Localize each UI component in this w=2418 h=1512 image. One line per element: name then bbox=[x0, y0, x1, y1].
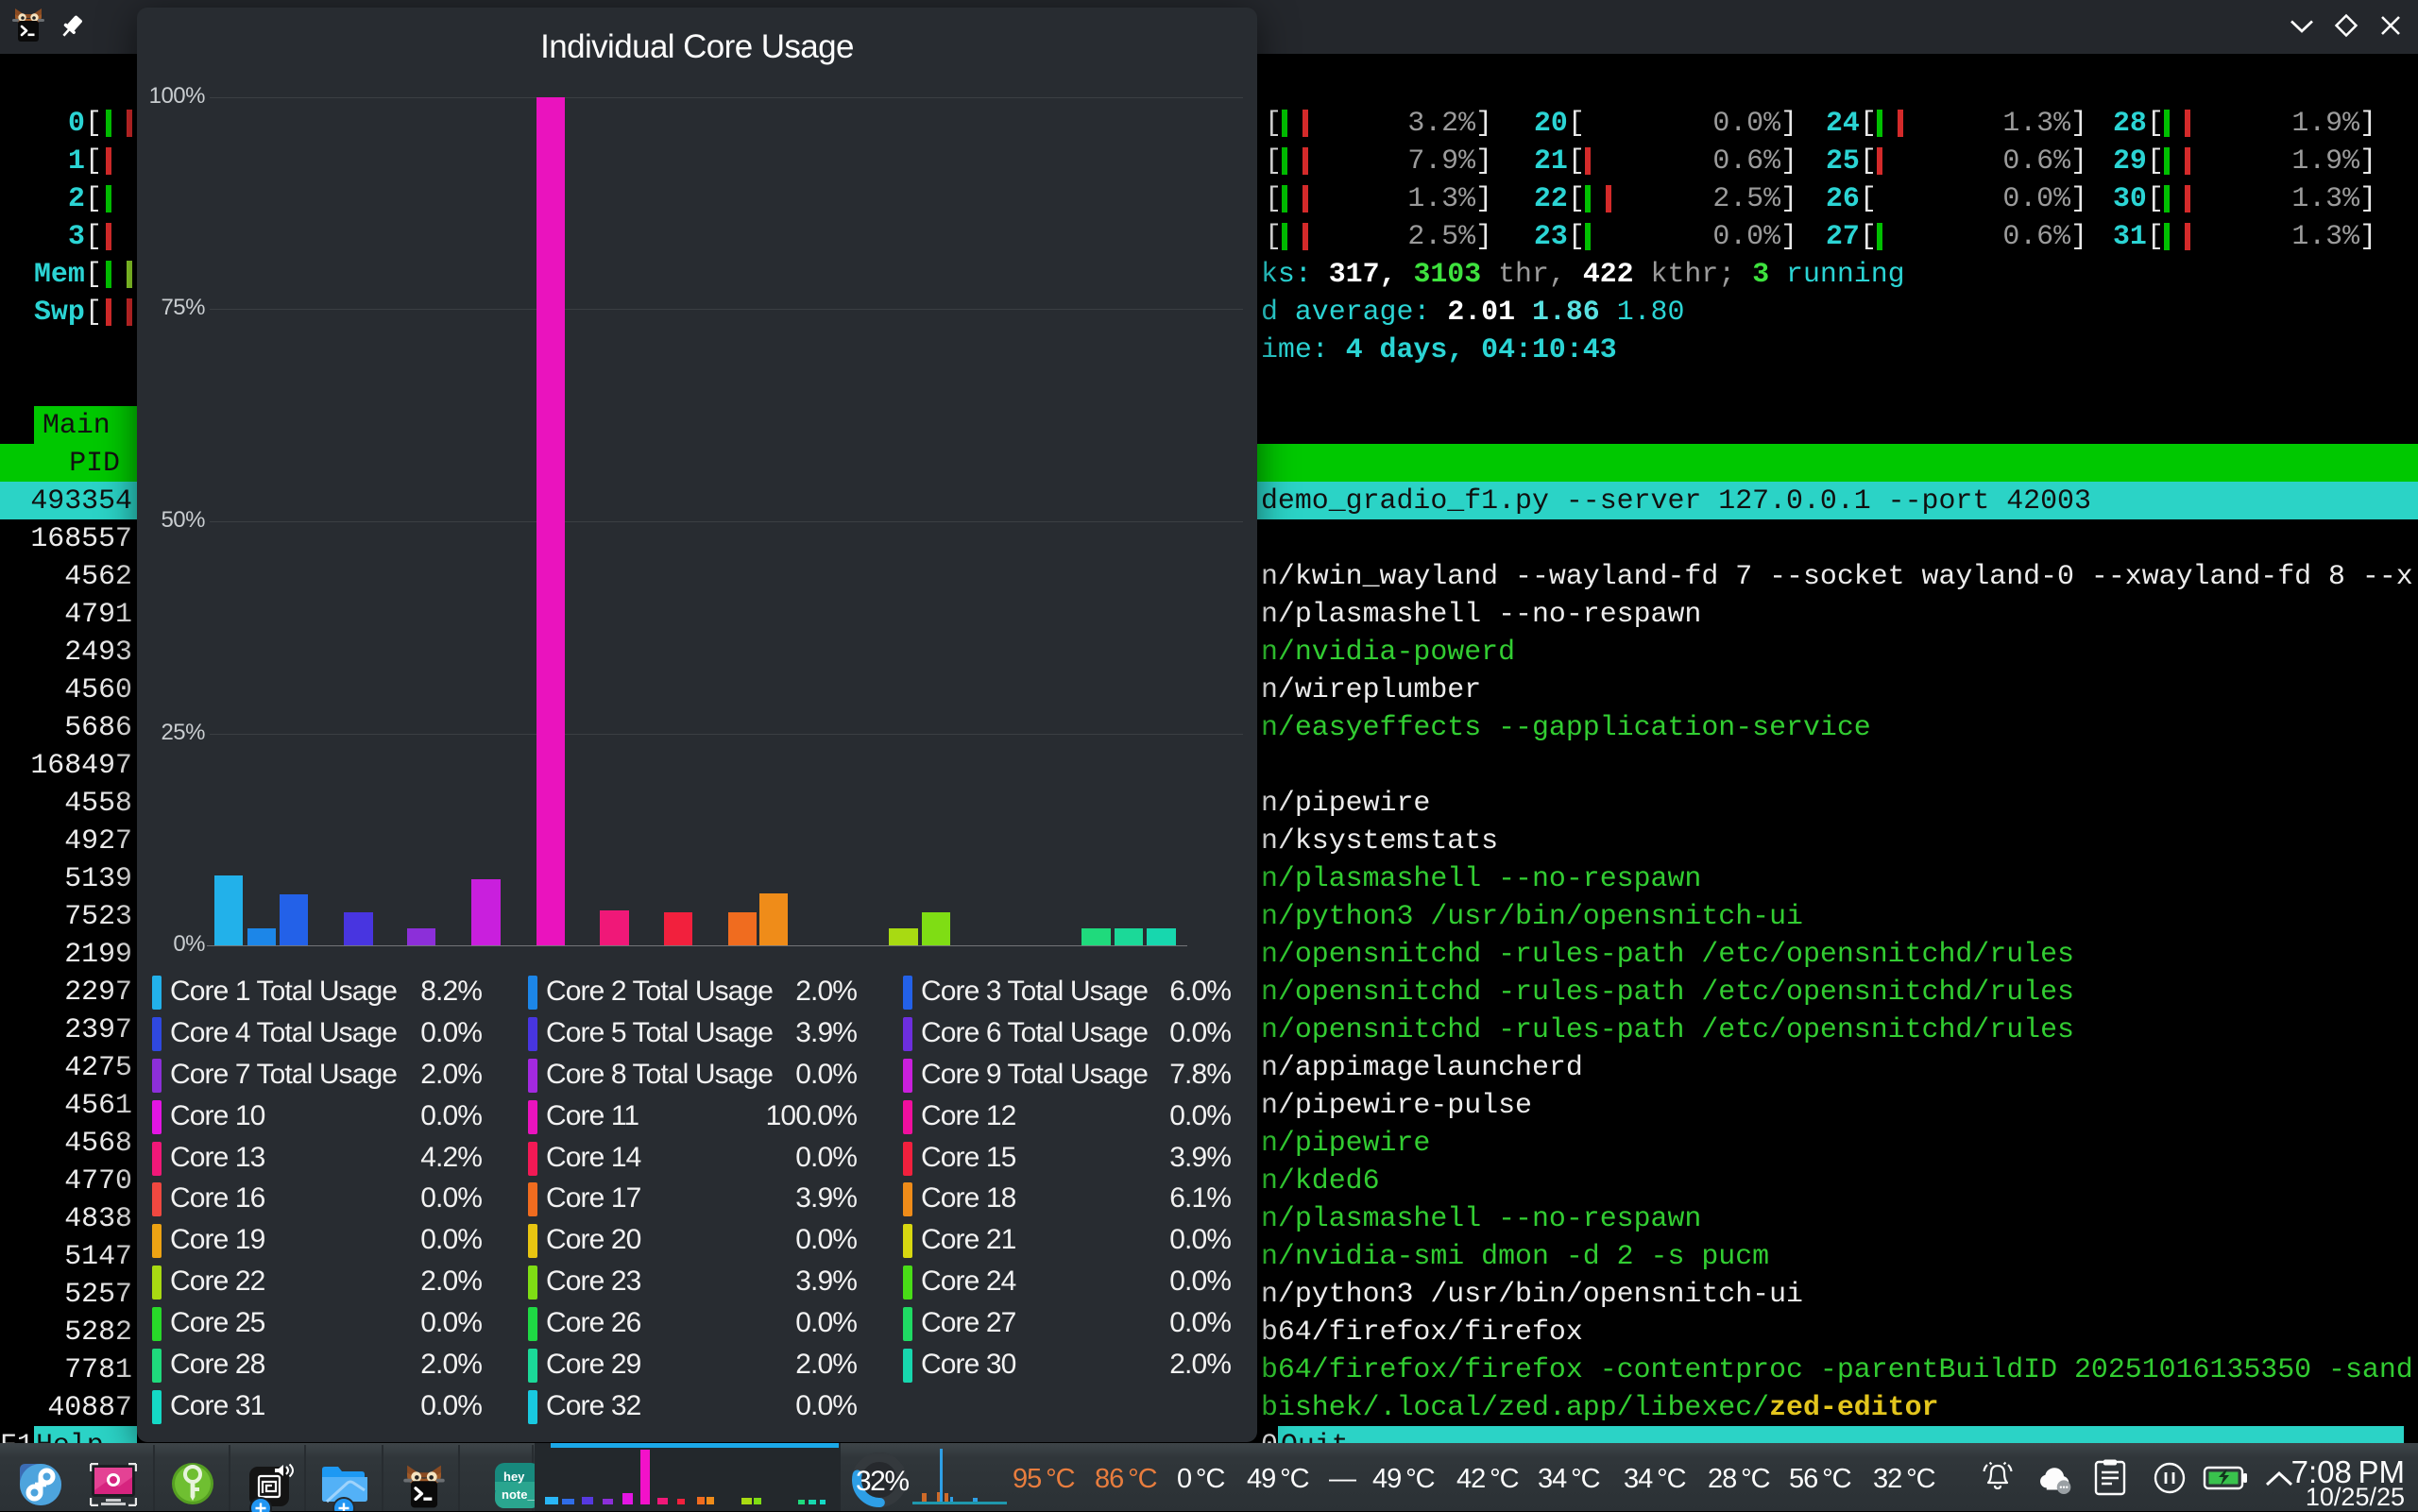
svg-text:hey: hey bbox=[503, 1470, 525, 1484]
svg-text:note_: note_ bbox=[502, 1487, 535, 1502]
